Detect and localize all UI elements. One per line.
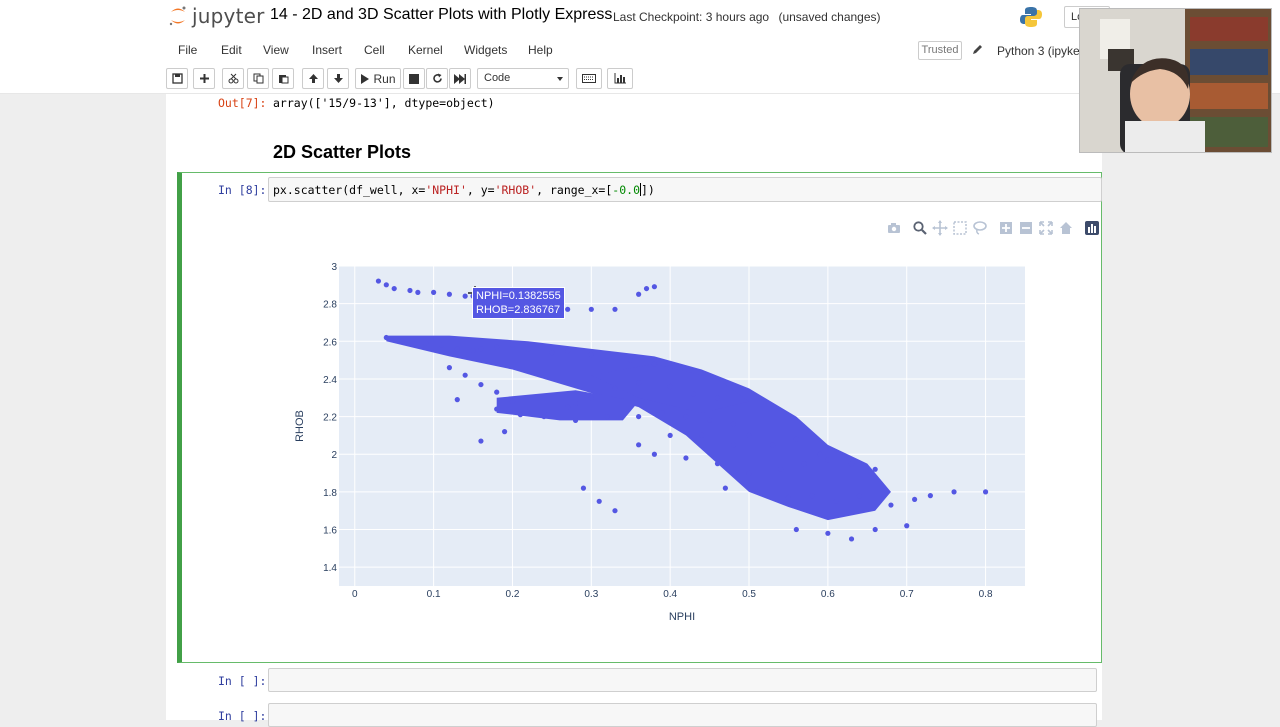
keyboard-icon — [582, 74, 596, 83]
arrow-up-icon — [308, 74, 318, 83]
code-arg-y: , y= — [466, 183, 495, 197]
jupyter-logo-icon — [169, 6, 186, 26]
cell-type-select[interactable]: Code — [477, 68, 569, 89]
lasso-icon[interactable] — [972, 220, 988, 236]
empty-cell-prompt: In [ ]: — [218, 674, 267, 688]
kernel-indicator[interactable]: Python 3 (ipykern — [997, 44, 1090, 58]
code-cell-selected[interactable]: In [8]: px.scatter(df_well, x='NPHI', y=… — [177, 172, 1102, 663]
code-string-y: 'RHOB' — [494, 183, 537, 197]
code-number: -0.0 — [612, 183, 640, 197]
markdown-heading[interactable]: 2D Scatter Plots — [273, 142, 411, 163]
output-prompt: Out[7]: — [218, 96, 267, 110]
output-text: array(['15/9-13'], dtype=object) — [273, 96, 495, 110]
menu-file[interactable]: File — [178, 43, 197, 57]
menu-insert[interactable]: Insert — [312, 43, 342, 57]
checkpoint-status: Last Checkpoint: 3 hours ago (unsaved ch… — [613, 10, 881, 24]
cell-type-value: Code — [484, 72, 511, 84]
code-string-x: 'NPHI' — [425, 183, 467, 197]
hover-line-x: NPHI=0.1382555 — [476, 290, 561, 302]
notebook-title[interactable]: 14 - 2D and 3D Scatter Plots with Plotly… — [270, 6, 612, 24]
webcam-feed — [1080, 9, 1271, 152]
zoom-out-icon[interactable] — [1018, 220, 1034, 236]
stop-icon — [409, 73, 419, 84]
command-palette-button[interactable] — [576, 68, 602, 89]
box-select-icon[interactable] — [952, 220, 968, 236]
camera-icon[interactable] — [886, 220, 902, 236]
input-prompt: In [8]: — [218, 183, 267, 197]
save-icon — [171, 73, 183, 84]
autoscale-icon[interactable] — [1038, 220, 1054, 236]
notebook-container: Out[7]: array(['15/9-13'], dtype=object)… — [166, 94, 1102, 727]
chevron-down-icon — [557, 77, 563, 81]
paste-icon — [278, 75, 288, 84]
jupyter-wordmark: jupyter — [192, 4, 265, 28]
move-down-button[interactable] — [327, 68, 349, 89]
arrow-down-icon — [333, 74, 343, 83]
cut-icon — [228, 73, 238, 84]
menu-view[interactable]: View — [263, 43, 289, 57]
restart-run-all-button[interactable] — [449, 68, 471, 89]
code-editor[interactable]: px.scatter(df_well, x='NPHI', y='RHOB', … — [268, 177, 1102, 202]
run-button[interactable]: Run — [355, 68, 401, 89]
code-call: px.scatter(df_well, x= — [273, 183, 426, 197]
interrupt-button[interactable] — [403, 68, 425, 89]
plotly-logo-icon[interactable] — [1084, 220, 1100, 236]
pan-icon[interactable] — [932, 220, 948, 236]
menu-help[interactable]: Help — [528, 43, 553, 57]
chart-icon — [614, 73, 626, 84]
copy-button[interactable] — [247, 68, 269, 89]
empty-code-editor[interactable] — [268, 668, 1097, 692]
pencil-icon[interactable] — [971, 43, 983, 57]
unsaved-indicator: (unsaved changes) — [778, 10, 881, 24]
hover-line-y: RHOB=2.836767 — [476, 304, 561, 316]
reset-axes-icon[interactable] — [1058, 220, 1074, 236]
insert-cell-button[interactable] — [193, 68, 215, 89]
fast-forward-icon — [454, 73, 466, 84]
empty-cell-prompt-2: In [ ]: — [218, 709, 267, 723]
move-up-button[interactable] — [302, 68, 324, 89]
cut-button[interactable] — [222, 68, 244, 89]
code-line: px.scatter(df_well, x='NPHI', y='RHOB', … — [273, 183, 655, 197]
plus-icon — [199, 74, 209, 83]
empty-code-editor-2[interactable] — [268, 703, 1097, 727]
webcam-overlay — [1079, 8, 1272, 153]
zoom-in-icon[interactable] — [998, 220, 1014, 236]
hover-tooltip: NPHI=0.1382555 RHOB=2.836767 — [472, 287, 565, 319]
code-arg-range: , range_x=[ — [536, 183, 613, 197]
checkpoint-text: Last Checkpoint: 3 hours ago — [613, 10, 770, 24]
trusted-badge[interactable]: Trusted — [918, 41, 962, 60]
chart-button[interactable] — [607, 68, 633, 89]
copy-icon — [253, 73, 263, 84]
code-close: ]) — [641, 183, 655, 197]
menu-widgets[interactable]: Widgets — [464, 43, 507, 57]
menu-cell[interactable]: Cell — [364, 43, 385, 57]
run-icon — [361, 73, 370, 84]
menu-kernel[interactable]: Kernel — [408, 43, 443, 57]
run-label: Run — [373, 71, 396, 86]
paste-button[interactable] — [272, 68, 294, 89]
restart-button[interactable] — [426, 68, 448, 89]
python-logo-icon — [1020, 7, 1042, 27]
zoom-icon[interactable] — [912, 220, 928, 236]
menu-edit[interactable]: Edit — [221, 43, 242, 57]
restart-icon — [432, 73, 442, 83]
save-button[interactable] — [166, 68, 188, 89]
